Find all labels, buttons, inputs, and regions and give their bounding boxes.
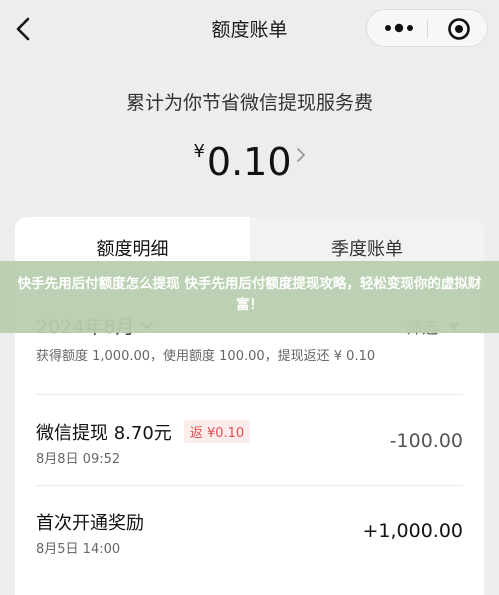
more-dots-icon: [385, 23, 413, 33]
target-icon: [448, 18, 470, 40]
overlay-banner: 快手先用后付额度怎么提现 快手先用后付额度提现攻略，轻松变现你的虚拟财富！: [0, 261, 499, 333]
banner-text: 快手先用后付额度怎么提现 快手先用后付额度提现攻略，轻松变现你的虚拟财富！: [17, 276, 482, 313]
savings-amount-row[interactable]: ¥0.10: [0, 140, 499, 184]
divider: [36, 485, 463, 486]
divider: [36, 394, 463, 395]
close-button[interactable]: [447, 17, 471, 41]
savings-title: 累计为你节省微信提现服务费: [125, 92, 373, 114]
chevron-right-icon: [296, 147, 306, 167]
more-button[interactable]: [383, 18, 415, 38]
rebate-badge: 返 ¥0.10: [183, 420, 251, 443]
mini-program-capsule: [366, 9, 488, 47]
savings-amount: 0.10: [206, 140, 292, 184]
transaction-amount: -100.00: [389, 430, 463, 452]
currency-symbol: ¥: [193, 141, 205, 162]
tab-quota-detail[interactable]: 额度明细: [15, 235, 250, 261]
transaction-amount: +1,000.00: [362, 520, 463, 542]
transaction-title-row: 微信提现 8.70元返 ¥0.10: [36, 419, 251, 445]
transaction-title: 微信提现 8.70元: [36, 423, 172, 444]
capsule-divider: [427, 20, 428, 38]
tab-quarterly-bill[interactable]: 季度账单: [250, 235, 484, 261]
transaction-title: 首次开通奖励: [36, 513, 144, 534]
month-summary: 获得额度 1,000.00，使用额度 100.00，提现返还 ¥ 0.10: [36, 349, 376, 364]
transaction-date: 8月8日 09:52: [36, 452, 121, 467]
transaction-date: 8月5日 14:00: [36, 542, 121, 557]
nav-bar: 额度账单: [0, 0, 499, 58]
